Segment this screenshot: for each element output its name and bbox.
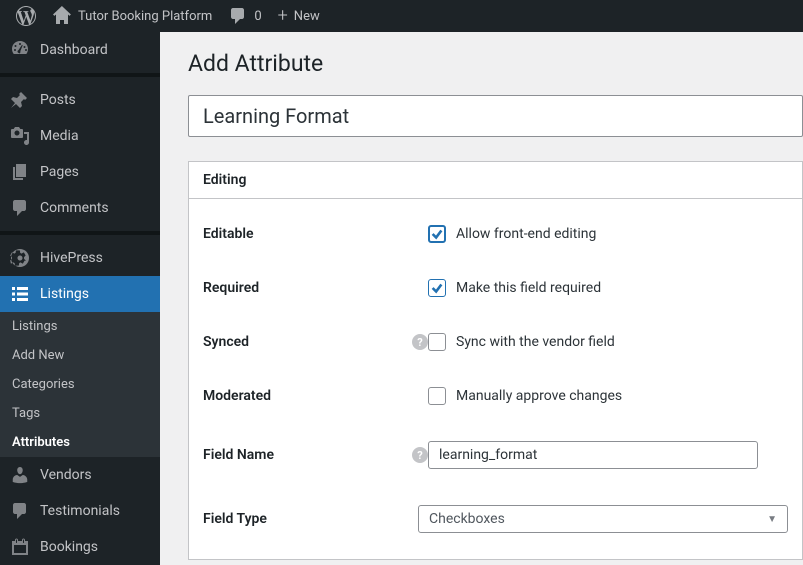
menu-posts[interactable]: Posts	[0, 82, 160, 118]
row-editable: Editable Allow front-end editing	[189, 207, 802, 261]
menu-separator	[0, 231, 160, 235]
page-title: Add Attribute	[188, 50, 803, 77]
row-field-name: Field Name ?	[189, 423, 802, 487]
menu-media[interactable]: Media	[0, 118, 160, 154]
help-icon[interactable]: ?	[412, 334, 428, 350]
editable-text: Allow front-end editing	[456, 226, 596, 242]
required-checkbox[interactable]	[428, 279, 446, 297]
user-icon	[10, 465, 30, 485]
comments-count: 0	[254, 9, 261, 24]
editing-panel: Editing Editable Allow front-end editing…	[188, 161, 803, 560]
gear-icon	[10, 248, 30, 268]
list-icon	[10, 284, 30, 304]
wordpress-logo[interactable]	[8, 0, 44, 32]
row-synced: Synced ? Sync with the vendor field	[189, 315, 802, 369]
dashboard-icon	[10, 40, 30, 60]
comments-icon	[10, 198, 30, 218]
submenu-item-add-new[interactable]: Add New	[0, 341, 160, 370]
editable-checkbox[interactable]	[428, 225, 446, 243]
menu-pages[interactable]: Pages	[0, 154, 160, 190]
menu-vendors[interactable]: Vendors	[0, 457, 160, 493]
row-required: Required Make this field required	[189, 261, 802, 315]
synced-text: Sync with the vendor field	[456, 334, 615, 350]
admin-toolbar: Tutor Booking Platform 0 + New	[0, 0, 803, 32]
site-name-text: Tutor Booking Platform	[78, 9, 212, 24]
quote-icon	[10, 501, 30, 521]
moderated-text: Manually approve changes	[456, 388, 622, 404]
attribute-title-input[interactable]	[188, 95, 803, 137]
field-name-input[interactable]	[428, 441, 758, 469]
menu-listings[interactable]: Listings	[0, 276, 160, 312]
row-field-type: Field Type Checkboxes ▼	[189, 487, 802, 551]
comment-icon	[228, 6, 248, 26]
menu-dashboard[interactable]: Dashboard	[0, 32, 160, 68]
moderated-checkbox[interactable]	[428, 387, 446, 405]
field-type-select[interactable]: Checkboxes ▼	[418, 505, 788, 533]
menu-bookings[interactable]: Bookings	[0, 529, 160, 565]
wordpress-icon	[16, 6, 36, 26]
submenu-item-tags[interactable]: Tags	[0, 399, 160, 428]
submenu-item-categories[interactable]: Categories	[0, 370, 160, 399]
main-content: Add Attribute Editing Editable Allow fro…	[160, 32, 803, 565]
menu-testimonials[interactable]: Testimonials	[0, 493, 160, 529]
pin-icon	[10, 90, 30, 110]
submenu-item-listings[interactable]: Listings	[0, 312, 160, 341]
submenu-listings: Listings Add New Categories Tags Attribu…	[0, 312, 160, 457]
menu-separator	[0, 73, 160, 77]
calendar-icon	[10, 537, 30, 557]
synced-checkbox[interactable]	[428, 333, 446, 351]
panel-header: Editing	[189, 162, 802, 199]
media-icon	[10, 126, 30, 146]
page-icon	[10, 162, 30, 182]
chevron-down-icon: ▼	[767, 514, 777, 525]
new-label: New	[294, 9, 320, 24]
site-name-link[interactable]: Tutor Booking Platform	[44, 0, 220, 32]
menu-comments[interactable]: Comments	[0, 190, 160, 226]
help-icon[interactable]: ?	[412, 447, 428, 463]
row-moderated: Moderated Manually approve changes	[189, 369, 802, 423]
home-icon	[52, 6, 72, 26]
plus-icon: +	[278, 7, 288, 25]
required-text: Make this field required	[456, 280, 601, 296]
submenu-item-attributes[interactable]: Attributes	[0, 428, 160, 457]
admin-sidebar: Dashboard Posts Media Pages Comments Hiv…	[0, 32, 160, 565]
comments-link[interactable]: 0	[220, 0, 269, 32]
menu-hivepress[interactable]: HivePress	[0, 240, 160, 276]
new-content-link[interactable]: + New	[270, 0, 328, 32]
